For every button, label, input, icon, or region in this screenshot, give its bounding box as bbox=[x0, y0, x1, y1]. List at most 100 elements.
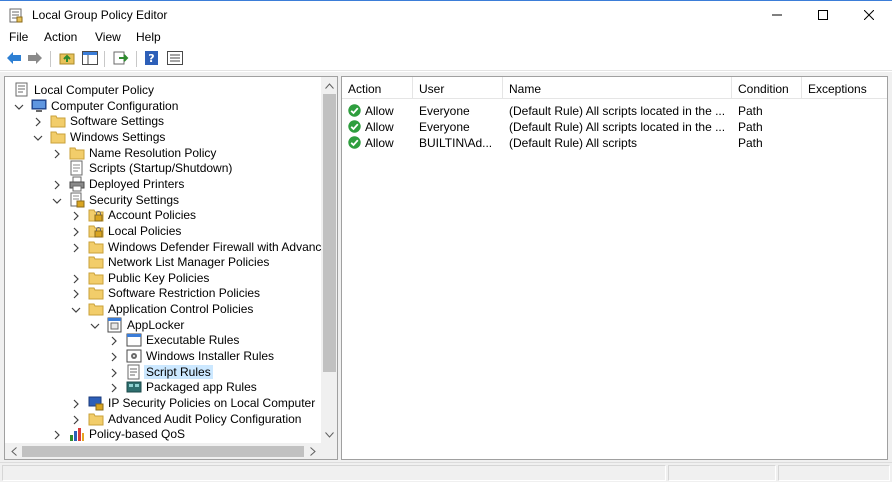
column-header-condition[interactable]: Condition bbox=[732, 77, 802, 99]
tree-item[interactable]: Security Settings bbox=[5, 192, 321, 208]
chevron-right-icon[interactable] bbox=[71, 414, 81, 425]
back-button[interactable] bbox=[4, 50, 24, 68]
chevron-right-icon[interactable] bbox=[109, 382, 119, 393]
tree-item[interactable]: Windows Defender Firewall with Advanc bbox=[5, 239, 321, 255]
tree-item[interactable]: Network List Manager Policies bbox=[5, 254, 321, 270]
help-button[interactable]: ? bbox=[142, 50, 162, 68]
tree-item[interactable]: Application Control Policies bbox=[5, 301, 321, 317]
chevron-right-icon[interactable] bbox=[109, 367, 119, 378]
chevron-right-icon[interactable] bbox=[71, 242, 81, 252]
scroll-left-button[interactable] bbox=[5, 443, 22, 459]
cell-user: BUILTIN\Ad... bbox=[419, 136, 493, 150]
export-list-button[interactable] bbox=[111, 50, 131, 68]
tree-item[interactable]: Deployed Printers bbox=[5, 176, 321, 192]
tree-item[interactable]: Executable Rules bbox=[5, 332, 321, 348]
folder-icon bbox=[69, 145, 85, 161]
table-row[interactable]: Allow Everyone (Default Rule) All script… bbox=[342, 119, 887, 135]
tree-item[interactable]: IP Security Policies on Local Computer bbox=[5, 395, 321, 411]
list-header: Action User Name Condition Exceptions bbox=[342, 77, 887, 99]
tree-item[interactable]: Public Key Policies bbox=[5, 270, 321, 286]
chevron-right-icon[interactable] bbox=[71, 288, 81, 299]
packaged-app-rules-icon bbox=[126, 379, 142, 395]
column-header-action[interactable]: Action bbox=[342, 77, 413, 99]
console-tree[interactable]: Local Computer Policy Computer Configurat… bbox=[4, 76, 338, 460]
cell-name: (Default Rule) All scripts located in th… bbox=[509, 104, 726, 118]
tree-item[interactable]: Name Resolution Policy bbox=[5, 145, 321, 161]
svg-text:?: ? bbox=[148, 52, 154, 65]
chevron-right-icon[interactable] bbox=[52, 148, 62, 159]
show-hide-tree-button[interactable] bbox=[80, 50, 100, 68]
chevron-right-icon[interactable] bbox=[33, 116, 43, 127]
scroll-down-button[interactable] bbox=[321, 426, 337, 443]
scroll-up-button[interactable] bbox=[321, 77, 337, 94]
chevron-right-icon[interactable] bbox=[52, 429, 62, 440]
locked-folder-icon bbox=[88, 207, 104, 223]
executable-rules-icon bbox=[126, 332, 142, 348]
tree-item-label: Policy-based QoS bbox=[89, 427, 186, 442]
chevron-right-icon[interactable] bbox=[71, 273, 81, 284]
tree-item[interactable]: Windows Installer Rules bbox=[5, 348, 321, 364]
menu-help[interactable]: Help bbox=[136, 30, 161, 44]
folder-icon bbox=[50, 113, 66, 129]
tree-item[interactable]: Policy-based QoS bbox=[5, 426, 321, 442]
tree-horizontal-scrollbar[interactable] bbox=[5, 443, 321, 459]
folder-icon bbox=[88, 254, 104, 270]
status-panel-main bbox=[2, 465, 666, 481]
cell-name: (Default Rule) All scripts bbox=[509, 136, 638, 150]
tree-item[interactable]: Local Policies bbox=[5, 223, 321, 239]
minimize-button[interactable] bbox=[754, 1, 800, 29]
tree-item-label: Local Policies bbox=[108, 223, 182, 238]
tree-item-label: Advanced Audit Policy Configuration bbox=[108, 411, 302, 426]
cell-user: Everyone bbox=[419, 120, 470, 134]
vertical-scroll-thumb[interactable] bbox=[323, 94, 336, 372]
chevron-right-icon[interactable] bbox=[109, 335, 119, 346]
forward-button[interactable] bbox=[25, 50, 45, 68]
column-header-exceptions[interactable]: Exceptions bbox=[802, 77, 887, 99]
tree-item[interactable]: Software Restriction Policies bbox=[5, 285, 321, 301]
chevron-right-icon[interactable] bbox=[52, 179, 62, 190]
chevron-down-icon[interactable] bbox=[90, 320, 100, 330]
menu-file[interactable]: File bbox=[9, 30, 28, 44]
tree-item[interactable]: Account Policies bbox=[5, 207, 321, 223]
tree-item[interactable]: Scripts (Startup/Shutdown) bbox=[5, 160, 321, 176]
chevron-right-icon[interactable] bbox=[71, 398, 81, 409]
table-row[interactable]: Allow BUILTIN\Ad... (Default Rule) All s… bbox=[342, 135, 887, 151]
toolbar: ? bbox=[0, 47, 892, 71]
locked-folder-icon bbox=[88, 223, 104, 239]
table-row[interactable]: Allow Everyone (Default Rule) All script… bbox=[342, 103, 887, 119]
tree-item[interactable]: Computer Configuration bbox=[5, 98, 321, 114]
close-button[interactable] bbox=[846, 1, 892, 29]
status-bar bbox=[0, 462, 892, 482]
scroll-right-button[interactable] bbox=[304, 443, 321, 459]
column-header-user[interactable]: User bbox=[413, 77, 503, 99]
menu-action[interactable]: Action bbox=[44, 30, 77, 44]
policy-editor-icon bbox=[9, 8, 23, 23]
properties-button[interactable] bbox=[165, 50, 185, 68]
tree-item[interactable]: Local Computer Policy bbox=[5, 82, 321, 98]
tree-content: Local Computer Policy Computer Configurat… bbox=[5, 77, 321, 443]
rules-list[interactable]: Action User Name Condition Exceptions Al… bbox=[341, 76, 888, 460]
chevron-down-icon[interactable] bbox=[14, 101, 24, 111]
tree-item[interactable]: AppLocker bbox=[5, 317, 321, 333]
tree-item[interactable]: Windows Settings bbox=[5, 129, 321, 145]
toolbar-separator bbox=[136, 51, 137, 67]
chevron-down-icon[interactable] bbox=[33, 132, 43, 142]
chevron-right-icon[interactable] bbox=[109, 351, 119, 362]
chevron-right-icon[interactable] bbox=[71, 210, 81, 221]
maximize-button[interactable] bbox=[800, 1, 846, 29]
chevron-right-icon[interactable] bbox=[71, 226, 81, 237]
status-panel-right bbox=[778, 465, 890, 481]
column-header-name[interactable]: Name bbox=[503, 77, 732, 99]
tree-vertical-scrollbar[interactable] bbox=[321, 77, 337, 443]
chevron-down-icon[interactable] bbox=[71, 304, 81, 314]
tree-item-label: Deployed Printers bbox=[89, 176, 185, 191]
menu-view[interactable]: View bbox=[95, 30, 121, 44]
horizontal-scroll-thumb[interactable] bbox=[22, 446, 304, 457]
chevron-down-icon[interactable] bbox=[52, 195, 62, 205]
up-one-level-button[interactable] bbox=[57, 50, 77, 68]
tree-item[interactable]: Script Rules bbox=[5, 364, 321, 380]
tree-item[interactable]: Software Settings bbox=[5, 113, 321, 129]
tree-item[interactable]: Advanced Audit Policy Configuration bbox=[5, 411, 321, 427]
folder-icon bbox=[88, 411, 104, 427]
tree-item[interactable]: Packaged app Rules bbox=[5, 379, 321, 395]
